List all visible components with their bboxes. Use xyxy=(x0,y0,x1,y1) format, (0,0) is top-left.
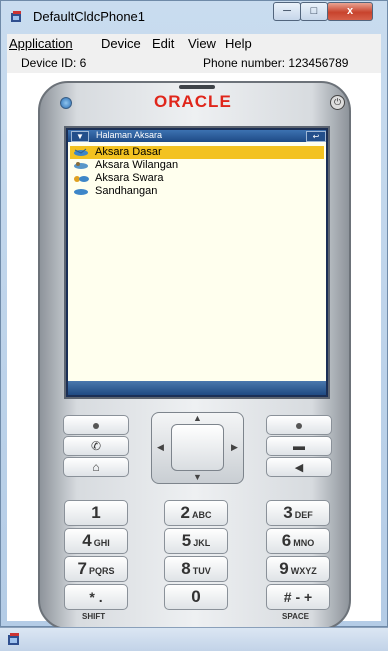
key-2-label: 2 xyxy=(180,503,190,522)
key-1-label: 1 xyxy=(91,503,101,522)
title-bar[interactable]: DefaultCldcPhone1 ─ □ x xyxy=(1,1,387,33)
key-5-letters: JKL xyxy=(193,538,211,548)
list-item[interactable]: Sandhangan xyxy=(70,185,324,198)
end-call-button[interactable]: ▬ xyxy=(266,436,332,456)
space-label: SPACE xyxy=(282,612,309,621)
key-star-label: * . xyxy=(89,589,103,605)
chevron-down-icon[interactable]: ▼ xyxy=(71,131,89,142)
close-button[interactable]: x xyxy=(327,2,373,21)
key-0-label: 0 xyxy=(191,587,201,606)
minimize-button[interactable]: ─ xyxy=(273,2,301,21)
device-id: Device ID: 6 xyxy=(21,56,87,70)
fruit-icon xyxy=(74,176,89,182)
key-9-label: 9 xyxy=(279,559,289,578)
java-cup-icon xyxy=(11,11,21,22)
window-title: DefaultCldcPhone1 xyxy=(33,9,146,24)
close-icon: x xyxy=(346,5,354,17)
key-4[interactable]: 4 GHI xyxy=(64,528,128,554)
maximize-button[interactable]: □ xyxy=(300,2,328,21)
right-arrow-icon[interactable]: ▶ xyxy=(231,442,238,453)
key-3-letters: DEF xyxy=(294,510,313,520)
key-0[interactable]: 0 xyxy=(164,584,228,610)
key-4-label: 4 xyxy=(82,531,92,550)
key-hash-label: # - + xyxy=(283,589,313,605)
phone-number: Phone number: 123456789 xyxy=(203,56,349,70)
key-6-letters: MNO xyxy=(293,538,315,548)
up-arrow-icon[interactable]: ▲ xyxy=(193,413,202,423)
earpiece xyxy=(179,85,215,89)
hang-up-icon: ▬ xyxy=(293,439,305,453)
screen-list: Aksara Dasar Aksara Wilangan Aksara Swar… xyxy=(68,142,326,381)
list-item[interactable]: Aksara Swara xyxy=(70,172,324,185)
shift-label: SHIFT xyxy=(82,612,106,621)
clear-button[interactable]: ◀ xyxy=(266,457,332,477)
list-item-label: Aksara Swara xyxy=(95,172,164,184)
list-item-label: Aksara Wilangan xyxy=(95,159,179,171)
key-9[interactable]: 9 WXYZ xyxy=(266,556,330,582)
bird-icon xyxy=(74,162,88,169)
key-9-letters: WXYZ xyxy=(290,566,317,576)
key-5-label: 5 xyxy=(181,531,192,550)
minimize-icon: ─ xyxy=(283,5,291,17)
key-hash[interactable]: # - + xyxy=(266,584,330,610)
phone-call-icon: ✆ xyxy=(90,439,102,453)
taskbar xyxy=(0,627,388,651)
power-icon: ⏻ xyxy=(333,97,342,107)
key-1[interactable]: 1 xyxy=(64,500,128,526)
home-icon: ⌂ xyxy=(92,460,100,474)
dot-icon xyxy=(93,423,99,429)
screen-softkey-bar xyxy=(68,381,326,395)
menu-device[interactable]: Device xyxy=(101,36,141,51)
phone-screen: ▼ Halaman Aksara ↩ Aksara Dasar Aksara W… xyxy=(64,126,330,399)
left-soft-key[interactable] xyxy=(63,415,129,435)
key-3-label: 3 xyxy=(283,503,293,522)
home-button[interactable]: ⌂ xyxy=(63,457,129,477)
menu-edit[interactable]: Edit xyxy=(152,36,174,51)
status-led xyxy=(60,97,72,109)
key-6-label: 6 xyxy=(281,531,292,550)
screen-title: Halaman Aksara xyxy=(96,130,163,140)
menu-view[interactable]: View xyxy=(188,36,216,51)
key-7-letters: PQRS xyxy=(88,566,115,576)
key-star[interactable]: * . xyxy=(64,584,128,610)
call-button[interactable]: ✆ xyxy=(63,436,129,456)
menu-application[interactable]: Application xyxy=(9,36,73,51)
device-info-bar: Device ID: 6 Phone number: 123456789 xyxy=(7,53,381,74)
down-arrow-icon[interactable]: ▼ xyxy=(193,472,202,482)
key-3[interactable]: 3 DEF xyxy=(266,500,330,526)
list-item-label: Sandhangan xyxy=(95,185,158,197)
menu-bar: Application Device Edit View Help xyxy=(7,34,381,53)
key-6[interactable]: 6 MNO xyxy=(266,528,330,554)
brand-logo: ORACLE xyxy=(154,92,232,111)
key-7[interactable]: 7 PQRS xyxy=(64,556,128,582)
key-8-label: 8 xyxy=(181,559,191,578)
key-8-letters: TUV xyxy=(192,566,211,576)
screen-header: ▼ Halaman Aksara ↩ xyxy=(68,130,326,142)
emulator-window: DefaultCldcPhone1 ─ □ x Application Devi… xyxy=(0,0,388,630)
navigation-pad[interactable]: ▲ ▼ ◀ ▶ xyxy=(151,412,244,484)
key-4-letters: GHI xyxy=(93,538,110,548)
bird-icon xyxy=(74,189,88,195)
list-item-label: Aksara Dasar xyxy=(95,146,162,158)
backspace-icon: ◀ xyxy=(294,462,304,474)
right-soft-key[interactable] xyxy=(266,415,332,435)
select-button[interactable] xyxy=(171,424,224,471)
power-button[interactable]: ⏻ xyxy=(330,95,345,110)
dot-icon xyxy=(296,423,302,429)
back-icon[interactable]: ↩ xyxy=(306,131,326,142)
menu-help[interactable]: Help xyxy=(225,36,252,51)
key-7-label: 7 xyxy=(77,559,87,578)
maximize-icon: □ xyxy=(310,5,318,17)
key-2-letters: ABC xyxy=(191,510,212,520)
java-cup-icon[interactable] xyxy=(7,632,22,647)
list-item[interactable]: Aksara Wilangan xyxy=(70,159,324,172)
phone-body: ORACLE ⏻ ▼ Halaman Aksara ↩ Aksara Dasar… xyxy=(38,81,351,630)
key-8[interactable]: 8 TUV xyxy=(164,556,228,582)
key-5[interactable]: 5 JKL xyxy=(164,528,228,554)
bird-icon xyxy=(74,148,88,156)
key-2[interactable]: 2 ABC xyxy=(164,500,228,526)
left-arrow-icon[interactable]: ◀ xyxy=(157,442,164,453)
list-item[interactable]: Aksara Dasar xyxy=(70,146,324,159)
